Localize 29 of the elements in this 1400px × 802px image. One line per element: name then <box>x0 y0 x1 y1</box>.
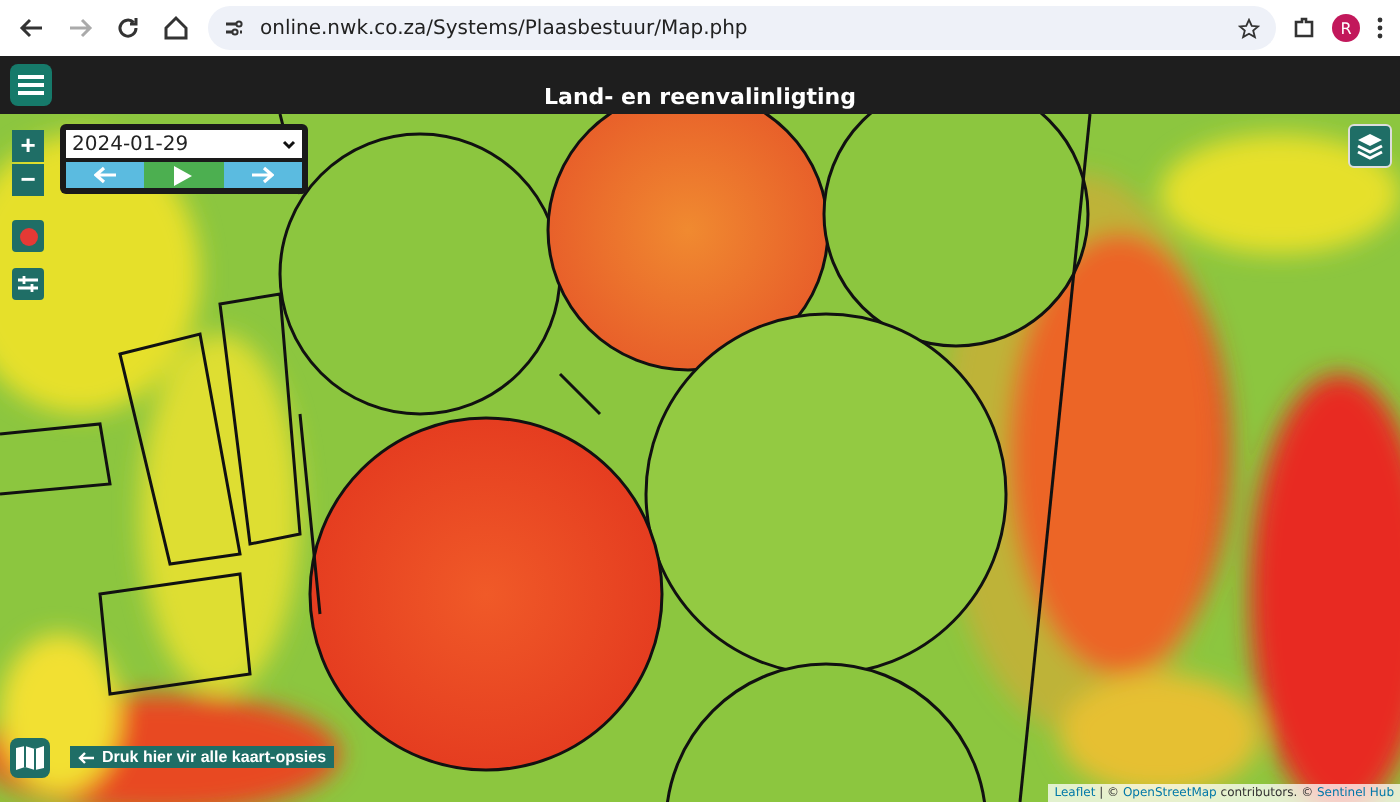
sliders-icon <box>18 274 38 294</box>
home-button[interactable] <box>160 12 192 44</box>
extensions-icon[interactable] <box>1292 16 1316 40</box>
url-text: online.nwk.co.za/Systems/Plaasbestuur/Map.php <box>260 17 750 39</box>
zoom-out-button[interactable]: − <box>12 164 44 196</box>
menu-icon <box>18 74 44 96</box>
folded-map-icon <box>16 746 44 770</box>
page-title: Land- en reenvalinligting <box>544 84 856 114</box>
chevron-down-icon <box>282 139 296 149</box>
arrow-left-icon <box>93 166 118 184</box>
arrow-right-icon <box>250 166 275 184</box>
profile-avatar[interactable]: R <box>1332 14 1360 42</box>
zoom-in-button[interactable]: + <box>12 130 44 162</box>
reload-button[interactable] <box>112 12 144 44</box>
arrow-left-icon <box>78 751 94 763</box>
layers-button[interactable] <box>1348 124 1392 168</box>
star-icon[interactable] <box>1238 17 1260 39</box>
dot-icon <box>19 227 37 245</box>
play-button[interactable] <box>144 162 224 188</box>
more-menu-icon[interactable] <box>1376 16 1384 40</box>
address-bar[interactable]: online.nwk.co.za/Systems/Plaasbestuur/Map.php <box>208 6 1276 50</box>
menu-button[interactable] <box>10 64 52 106</box>
date-select[interactable]: 2024-01-29 <box>66 130 302 158</box>
map-options-button[interactable] <box>10 738 50 778</box>
layers-icon <box>1356 132 1384 160</box>
site-settings-icon[interactable] <box>224 18 244 38</box>
play-icon <box>174 165 193 185</box>
filter-button[interactable] <box>12 268 44 300</box>
map-options-hint[interactable]: Druk hier vir alle kaart-opsies <box>70 746 335 768</box>
